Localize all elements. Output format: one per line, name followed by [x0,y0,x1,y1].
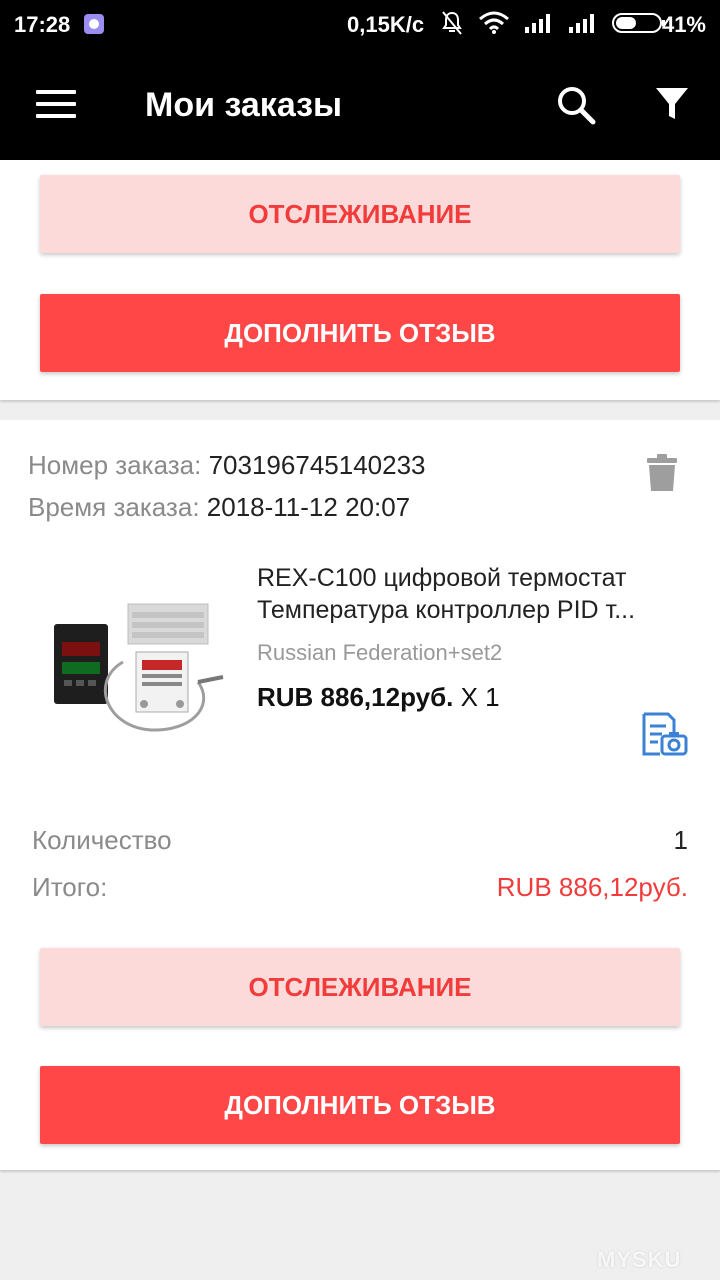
status-icons [440,10,666,36]
product-variant: Russian Federation+set2 [257,640,503,665]
total-value: RUB 886,12руб. [496,872,688,902]
order-number-label: Номер заказа: [28,450,202,480]
wifi-icon [479,11,509,34]
status-network-speed: 0,15K/c [347,12,425,37]
product-title[interactable]: REX-C100 цифровой термостат Температура … [257,562,687,626]
order-number-row: Номер заказа: 703196745140233 [28,450,426,481]
trash-icon[interactable] [646,454,678,492]
product-quantity: X 1 [460,682,500,712]
battery-percent: 41% [661,12,706,37]
order-time: 2018-11-12 20:07 [206,492,411,522]
menu-icon[interactable] [36,90,76,120]
total-label: Итого: [32,872,108,902]
quantity-value: 1 [673,825,688,855]
page-title: Мои заказы [145,86,343,124]
product-title-line1: REX-C100 цифровой термостат [257,564,627,592]
total-row: Итого: RUB 886,12руб. [32,872,688,903]
product-price: RUB 886,12руб. [257,682,454,712]
notification-app-icon [84,14,104,34]
app-bar: Мои заказы [0,50,720,160]
filter-icon[interactable] [654,86,690,122]
add-review-button[interactable]: ДОПОЛНИТЬ ОТЗЫВ [40,294,680,372]
product-image[interactable] [48,592,228,742]
product-title-line2: Температура контроллер PID т... [257,596,636,624]
snapshot-icon[interactable] [640,710,688,758]
product-price-row: RUB 886,12руб. X 1 [257,682,500,713]
signal-icon-2 [569,14,594,33]
watermark: MYSKU [597,1247,682,1272]
quantity-row: Количество 1 [32,825,688,856]
track-button[interactable]: ОТСЛЕЖИВАНИЕ [40,948,680,1026]
order-card-previous: ОТСЛЕЖИВАНИЕ ДОПОЛНИТЬ ОТЗЫВ [0,160,720,400]
search-icon[interactable] [555,84,597,126]
add-review-button[interactable]: ДОПОЛНИТЬ ОТЗЫВ [40,1066,680,1144]
quantity-label: Количество [32,825,172,855]
order-time-row: Время заказа: 2018-11-12 20:07 [28,492,410,523]
order-time-label: Время заказа: [28,492,200,522]
signal-icon [525,14,550,33]
track-button[interactable]: ОТСЛЕЖИВАНИЕ [40,175,680,253]
battery-icon [612,13,665,33]
status-time: 17:28 [14,12,71,37]
order-number: 703196745140233 [208,450,426,480]
mute-icon [442,11,462,35]
status-bar: 17:28 0,15K/c 41% [0,0,720,50]
order-card: Номер заказа: 703196745140233 Время зака… [0,420,720,1170]
